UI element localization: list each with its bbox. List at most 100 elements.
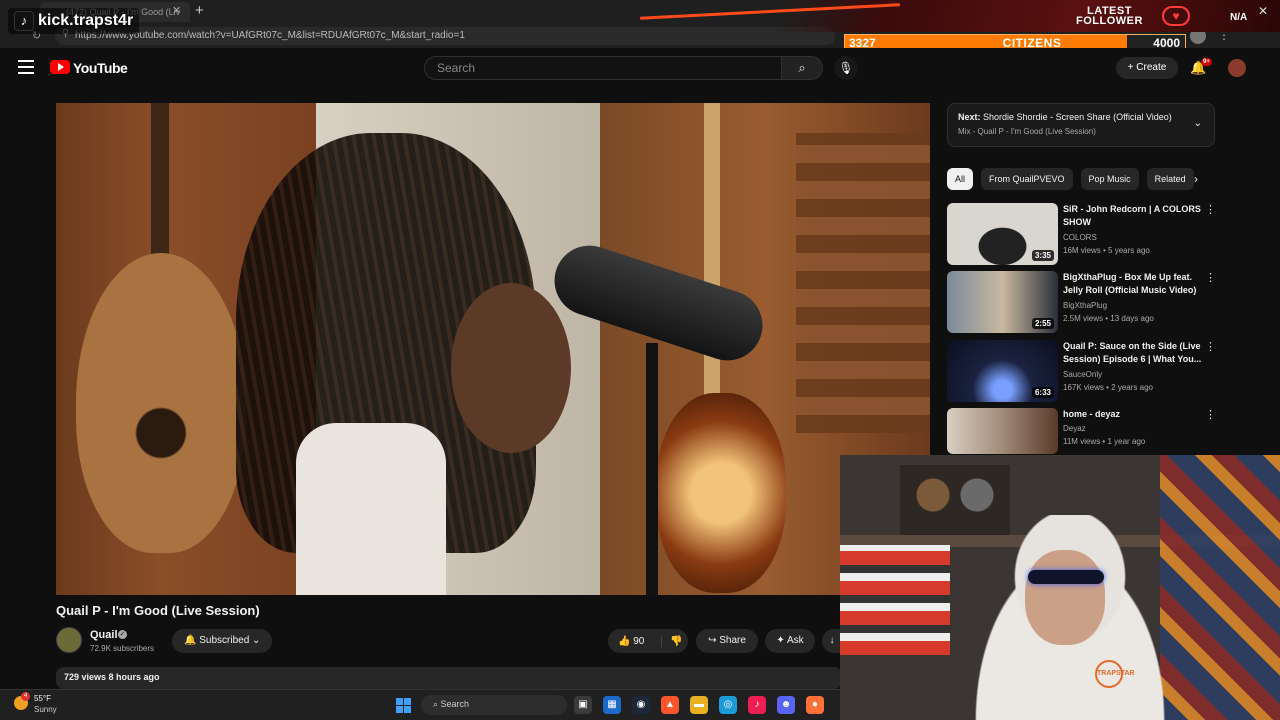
tiktok-icon[interactable]: ♪: [748, 696, 766, 714]
recommendation-channel[interactable]: SauceOnly: [1063, 370, 1102, 379]
video-duration: 2:55: [1031, 318, 1054, 329]
recommendation-channel[interactable]: Deyaz: [1063, 424, 1086, 433]
weather-badge: 4: [21, 692, 30, 701]
webcam-glasses: [1028, 570, 1104, 584]
playlist-next-panel[interactable]: Next: Shordie Shordie - Screen Share (Of…: [947, 103, 1215, 147]
recommendation-title[interactable]: BigXthaPlug - Box Me Up feat. Jelly Roll…: [1063, 271, 1203, 297]
create-label: Create: [1136, 62, 1167, 73]
search-icon: ⌕: [798, 60, 806, 75]
views-and-date: 729 views 8 hours ago: [64, 672, 160, 682]
video-guitar-neck: [151, 103, 169, 273]
chevron-down-icon[interactable]: ⌄: [1194, 118, 1202, 129]
task-view-icon[interactable]: ▣: [574, 696, 592, 714]
windows-start-icon[interactable]: [396, 698, 411, 713]
subscriber-count: 72.9K subscribers: [90, 644, 155, 653]
calculator-icon[interactable]: ▦: [603, 696, 621, 714]
steam-icon[interactable]: ◉: [632, 696, 650, 714]
recommendation-thumbnail[interactable]: 3:35: [947, 203, 1058, 265]
recommendation-title[interactable]: SiR - John Redcorn | A COLORS SHOW: [1063, 203, 1203, 229]
dislike-button[interactable]: 👎: [662, 636, 682, 647]
menu-icon[interactable]: [18, 60, 34, 74]
kick-handle-overlay: ♪ kick.trapst4r: [8, 8, 140, 34]
subscribed-button[interactable]: 🔔 Subscribed ⌄: [172, 629, 272, 653]
recommendation-item[interactable]: 3:35 SiR - John Redcorn | A COLORS SHOW …: [947, 203, 1217, 267]
youtube-logo-icon[interactable]: [50, 60, 70, 74]
thumbs-up-icon: 👍: [618, 635, 631, 647]
taskbar-search[interactable]: ⌕ Search: [421, 695, 567, 715]
brave-icon[interactable]: ▲: [661, 696, 679, 714]
discord-icon[interactable]: ☻: [777, 696, 795, 714]
weather-condition[interactable]: Sunny: [34, 705, 57, 714]
recommendation-meta: 167K views • 2 years ago: [1063, 383, 1153, 392]
search-input[interactable]: Search: [424, 56, 782, 80]
channel-avatar[interactable]: [56, 627, 82, 653]
tiktok-icon: ♪: [14, 11, 34, 31]
chip-all[interactable]: All: [947, 168, 974, 190]
firefox-icon[interactable]: ●: [806, 696, 824, 714]
recommendation-title[interactable]: Quail P: Sauce on the Side (Live Session…: [1063, 340, 1203, 366]
more-options-icon[interactable]: ⋮: [1205, 203, 1216, 216]
recommendation-title[interactable]: home - deyaz: [1063, 408, 1203, 421]
new-tab-icon[interactable]: +: [195, 2, 204, 19]
share-button[interactable]: ↪ Share: [696, 629, 758, 653]
youtube-wordmark[interactable]: YouTube: [73, 60, 128, 76]
close-icon[interactable]: ✕: [1258, 4, 1268, 18]
latest-follower-line2: FOLLOWER: [1076, 15, 1143, 27]
chip-related[interactable]: Related: [1146, 168, 1194, 190]
like-button[interactable]: 👍 90: [608, 635, 662, 647]
recommendation-channel[interactable]: BigXthaPlug: [1063, 301, 1107, 310]
recommendation-item[interactable]: 6:33 Quail P: Sauce on the Side (Live Se…: [947, 340, 1217, 404]
create-button[interactable]: + Create: [1116, 57, 1178, 79]
video-acoustic-guitar: [76, 253, 246, 553]
recommendation-thumbnail[interactable]: [947, 408, 1058, 454]
chrome-icon[interactable]: ◎: [719, 696, 737, 714]
more-options-icon[interactable]: ⋮: [1205, 271, 1216, 284]
video-title: Quail P - I'm Good (Live Session): [56, 603, 260, 618]
next-mix-subtitle: Mix - Quail P - I'm Good (Live Session): [958, 127, 1096, 136]
sparkle-icon: ✦: [776, 635, 785, 646]
download-button[interactable]: ↓: [822, 629, 842, 653]
next-video-title: Next: Shordie Shordie - Screen Share (Of…: [958, 112, 1204, 122]
windows-taskbar: 4 55°F Sunny ⌕ Search ▣ ▦ ◉ ▲ ▬ ◎ ♪ ☻ ●: [0, 689, 840, 720]
file-explorer-icon[interactable]: ▬: [690, 696, 708, 714]
recommendation-thumbnail[interactable]: 2:55: [947, 271, 1058, 333]
account-avatar[interactable]: [1228, 59, 1246, 77]
channel-name[interactable]: Quail: [90, 629, 118, 641]
recommendation-meta: 11M views • 1 year ago: [1063, 437, 1146, 446]
kick-handle: kick.trapst4r: [38, 12, 134, 29]
download-icon: ↓: [829, 635, 835, 646]
share-label: Share: [719, 635, 746, 646]
chevron-right-icon[interactable]: ›: [1194, 172, 1198, 186]
thumbs-down-icon: 👎: [670, 635, 683, 647]
microphone-icon: 🎙: [838, 61, 854, 75]
chip-from-quailpvevo[interactable]: From QuailPVEVO: [981, 168, 1073, 190]
chip-pop-music[interactable]: Pop Music: [1080, 168, 1139, 190]
weather-temperature[interactable]: 55°F: [34, 694, 51, 703]
video-electric-guitar: [656, 393, 786, 593]
more-options-icon[interactable]: ⋮: [1205, 340, 1216, 353]
video-performer-shirt: [296, 423, 446, 595]
filter-chips: All From QuailPVEVO Pop Music Related: [947, 168, 1207, 190]
tab-close-icon[interactable]: ✕: [172, 4, 181, 17]
recommendation-channel[interactable]: COLORS: [1063, 233, 1097, 242]
verified-icon: ✓: [118, 630, 127, 639]
recommendation-thumbnail[interactable]: 6:33: [947, 340, 1058, 402]
next-title-text: Shordie Shordie - Screen Share (Official…: [983, 112, 1172, 122]
recommendation-item[interactable]: 2:55 BigXthaPlug - Box Me Up feat. Jelly…: [947, 271, 1217, 335]
like-count: 90: [633, 635, 645, 647]
video-duration: 3:35: [1031, 250, 1054, 261]
description-box[interactable]: 729 views 8 hours ago: [56, 667, 842, 689]
video-mic-stand: [646, 343, 658, 595]
taskbar-apps: ▣ ▦ ◉ ▲ ▬ ◎ ♪ ☻ ●: [574, 696, 824, 714]
webcam-face: [1025, 550, 1105, 645]
video-player[interactable]: [56, 103, 930, 595]
video-acoustic-diffuser: [796, 133, 930, 433]
search-button[interactable]: ⌕: [781, 56, 823, 80]
heart-icon: ♥: [1162, 6, 1190, 26]
youtube-header: YouTube Search ⌕ 🎙 + Create 🔔 9+: [0, 48, 1280, 88]
url-field[interactable]: https://www.youtube.com/watch?v=UAfGRt07…: [55, 27, 835, 45]
ask-button[interactable]: ✦ Ask: [765, 629, 815, 653]
bell-icon: 🔔: [184, 635, 197, 646]
more-options-icon[interactable]: ⋮: [1205, 408, 1216, 421]
voice-search-button[interactable]: 🎙: [834, 56, 858, 80]
